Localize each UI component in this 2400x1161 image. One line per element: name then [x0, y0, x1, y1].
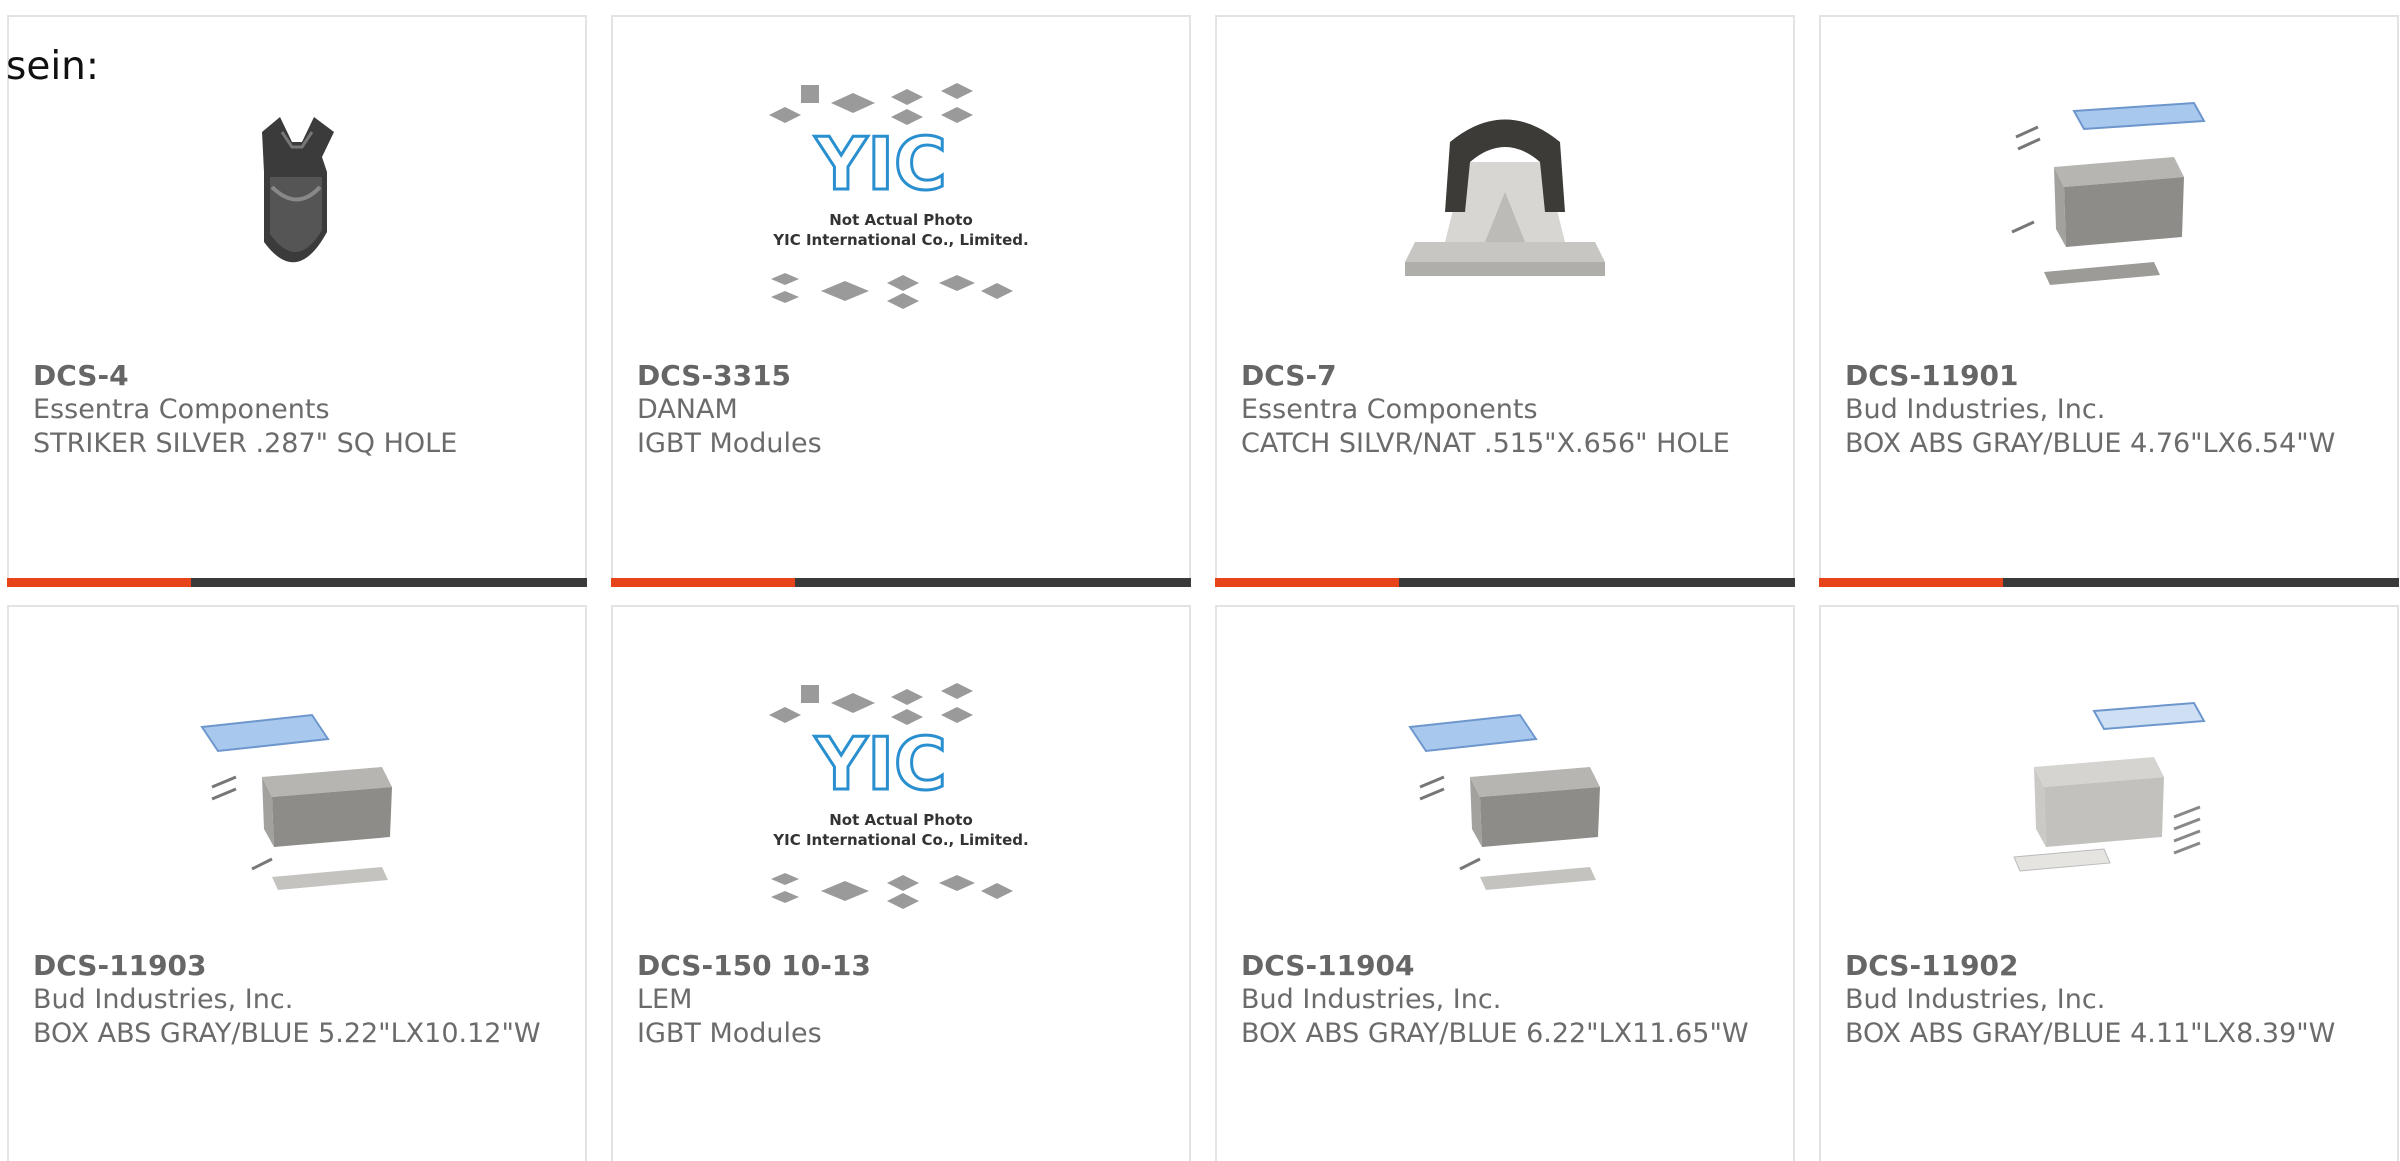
placeholder-line: YIC International Co., Limited. — [772, 231, 1028, 249]
product-info: DCS-150 10-13 LEM IGBT Modules — [637, 949, 1165, 1051]
description: BOX ABS GRAY/BLUE 6.22"LX11.65"W — [1241, 1018, 1749, 1049]
product-card[interactable]: DCS-11903 Bud Industries, Inc. BOX ABS G… — [7, 605, 587, 1161]
enclosure-box-icon — [2011, 101, 2206, 285]
product-image[interactable]: YIC Not Actual Photo YIC International C… — [613, 47, 1189, 347]
enclosure-box-icon — [200, 713, 392, 890]
manufacturer: Bud Industries, Inc. — [1241, 984, 1502, 1015]
card-bar-accent — [1215, 578, 1399, 587]
product-image[interactable] — [1821, 647, 2397, 947]
page-label: sein: — [6, 44, 100, 89]
product-card[interactable]: YIC Not Actual Photo YIC International C… — [611, 605, 1191, 1161]
card-bar — [7, 578, 587, 587]
placeholder-logo: YIC — [814, 722, 947, 806]
description: STRIKER SILVER .287" SQ HOLE — [33, 428, 458, 459]
product-info: DCS-3315 DANAM IGBT Modules — [637, 359, 1165, 461]
enclosure-box-icon — [2013, 701, 2206, 872]
product-info: DCS-4 Essentra Components STRIKER SILVER… — [33, 359, 561, 461]
card-bar — [1215, 578, 1795, 587]
description: BOX ABS GRAY/BLUE 4.11"LX8.39"W — [1845, 1018, 2336, 1049]
description: CATCH SILVR/NAT .515"X.656" HOLE — [1241, 428, 1730, 459]
yic-placeholder-icon: YIC Not Actual Photo YIC International C… — [769, 683, 1029, 909]
product-card[interactable]: DCS-4 Essentra Components STRIKER SILVER… — [7, 15, 587, 587]
part-number[interactable]: DCS-3315 — [637, 359, 1165, 393]
part-number[interactable]: DCS-150 10-13 — [637, 949, 1165, 983]
product-image[interactable]: YIC Not Actual Photo YIC International C… — [613, 647, 1189, 947]
part-number[interactable]: DCS-11901 — [1845, 359, 2373, 393]
product-card[interactable]: DCS-11902 Bud Industries, Inc. BOX ABS G… — [1819, 605, 2399, 1161]
manufacturer: DANAM — [637, 394, 738, 425]
card-bar — [1819, 578, 2399, 587]
placeholder-logo: YIC — [814, 122, 947, 206]
description: BOX ABS GRAY/BLUE 5.22"LX10.12"W — [33, 1018, 541, 1049]
product-info: DCS-11901 Bud Industries, Inc. BOX ABS G… — [1845, 359, 2373, 461]
striker-clip-icon — [262, 117, 334, 263]
manufacturer: Essentra Components — [1241, 394, 1538, 425]
product-card[interactable]: DCS-7 Essentra Components CATCH SILVR/NA… — [1215, 15, 1795, 587]
placeholder-line: Not Actual Photo — [829, 211, 973, 229]
product-card[interactable]: YIC Not Actual Photo YIC International C… — [611, 15, 1191, 587]
yic-placeholder-icon: YIC Not Actual Photo YIC International C… — [769, 83, 1029, 309]
description: IGBT Modules — [637, 428, 822, 459]
manufacturer: Essentra Components — [33, 394, 330, 425]
part-number[interactable]: DCS-4 — [33, 359, 561, 393]
manufacturer: Bud Industries, Inc. — [1845, 984, 2106, 1015]
card-bar-accent — [1819, 578, 2003, 587]
part-number[interactable]: DCS-7 — [1241, 359, 1769, 393]
manufacturer: LEM — [637, 984, 693, 1015]
manufacturer: Bud Industries, Inc. — [1845, 394, 2106, 425]
product-info: DCS-11902 Bud Industries, Inc. BOX ABS G… — [1845, 949, 2373, 1051]
description: IGBT Modules — [637, 1018, 822, 1049]
card-bar-accent — [611, 578, 795, 587]
product-info: DCS-11904 Bud Industries, Inc. BOX ABS G… — [1241, 949, 1769, 1051]
placeholder-line: Not Actual Photo — [829, 811, 973, 829]
catch-icon — [1405, 119, 1605, 276]
product-info: DCS-11903 Bud Industries, Inc. BOX ABS G… — [33, 949, 561, 1051]
product-card[interactable]: DCS-11904 Bud Industries, Inc. BOX ABS G… — [1215, 605, 1795, 1161]
enclosure-box-icon — [1408, 713, 1600, 890]
part-number[interactable]: DCS-11903 — [33, 949, 561, 983]
product-card[interactable]: DCS-11901 Bud Industries, Inc. BOX ABS G… — [1819, 15, 2399, 587]
part-number[interactable]: DCS-11902 — [1845, 949, 2373, 983]
product-info: DCS-7 Essentra Components CATCH SILVR/NA… — [1241, 359, 1769, 461]
manufacturer: Bud Industries, Inc. — [33, 984, 294, 1015]
product-image[interactable] — [1217, 647, 1793, 947]
product-image[interactable] — [9, 647, 585, 947]
description: BOX ABS GRAY/BLUE 4.76"LX6.54"W — [1845, 428, 2336, 459]
part-number[interactable]: DCS-11904 — [1241, 949, 1769, 983]
placeholder-line: YIC International Co., Limited. — [772, 831, 1028, 849]
product-image[interactable] — [1821, 47, 2397, 347]
card-bar-accent — [7, 578, 191, 587]
product-image[interactable] — [1217, 47, 1793, 347]
card-bar — [611, 578, 1191, 587]
product-image[interactable] — [9, 47, 585, 347]
